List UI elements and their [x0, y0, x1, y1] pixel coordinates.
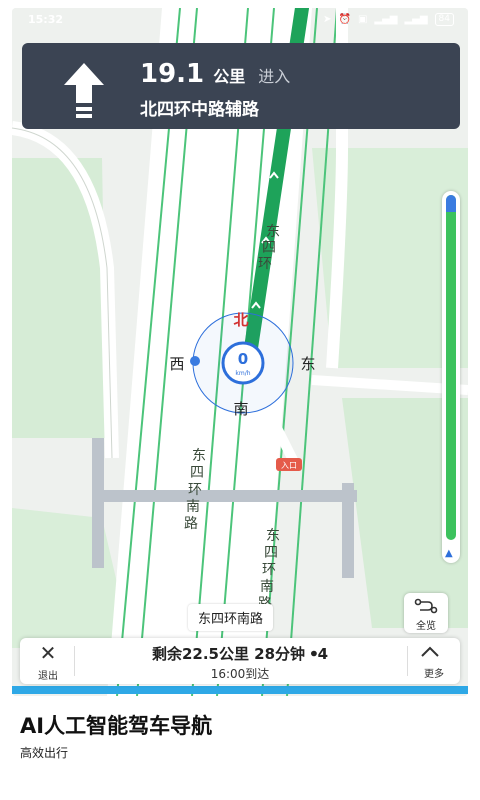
- road-label-char: 路: [184, 516, 198, 532]
- arrival-time: 16:00到达: [210, 667, 270, 681]
- compass-east: 东: [300, 355, 315, 373]
- road-label-char: 环: [262, 562, 276, 578]
- status-bar: 15:32 ➤ ⏰ ▣ ▂▄▆ ▂▄▆ 84: [12, 8, 468, 30]
- car-position-icon: ▲: [445, 548, 453, 559]
- alarm-icon: ⏰: [338, 13, 351, 25]
- road-label-char: 东: [266, 224, 280, 240]
- speed-value: 0: [238, 350, 248, 368]
- more-button[interactable]: 更多: [418, 642, 450, 681]
- phone-screen: 0 km/h 北 南 东 西 入口 东 四 环 东 四 环 南 路 东 四 环 …: [12, 8, 468, 696]
- current-road-label: 东四环南路: [188, 604, 274, 631]
- more-label: 更多: [424, 669, 444, 680]
- guidance-card[interactable]: 19.1 公里 进入 北四环中路辅路: [22, 43, 460, 129]
- chevron-up-icon: [421, 646, 439, 657]
- accent-strip: [12, 686, 468, 694]
- road-label-char: 四: [190, 465, 204, 481]
- compass-west: 西: [169, 355, 184, 373]
- promo-subtitle: 高效出行: [20, 746, 69, 760]
- status-icons: ➤ ⏰ ▣ ▂▄▆ ▂▄▆ 84: [323, 12, 468, 26]
- straight-arrow-icon: [64, 63, 104, 118]
- route-overview-icon: [414, 598, 438, 614]
- remaining-summary: 剩余22.5公里 28分钟 ꔷ4: [151, 645, 329, 663]
- entrance-label: 入口: [281, 461, 297, 470]
- road-label-char: 东: [192, 448, 206, 464]
- overview-button[interactable]: 全览: [404, 593, 448, 633]
- compass-south: 南: [233, 400, 248, 418]
- bridge: [92, 438, 104, 568]
- bridge: [342, 483, 354, 578]
- road-label-char: 环: [188, 482, 202, 498]
- road-label-char: 环: [258, 256, 272, 272]
- road-label-char: 东: [266, 528, 280, 544]
- distance-readout: 19.1 公里 进入: [140, 59, 290, 89]
- signal-icon: ▂▄▆: [374, 13, 398, 25]
- traveled-route-fill: [446, 195, 456, 212]
- overview-label: 全览: [416, 621, 436, 632]
- signal-icon: ▂▄▆: [404, 13, 428, 25]
- maneuver-action: 进入: [258, 67, 291, 86]
- divider: [407, 646, 408, 676]
- hd-icon: ▣: [357, 13, 368, 25]
- distance-value: 19.1: [140, 59, 205, 89]
- compass-north: 北: [233, 311, 248, 329]
- road-label-char: 南: [260, 579, 274, 595]
- parking-poi-icon[interactable]: [190, 356, 200, 366]
- bridge: [97, 490, 357, 502]
- location-icon: ➤: [323, 13, 332, 25]
- promo-title: AI人工智能驾车导航: [20, 714, 213, 738]
- speed-unit: km/h: [235, 370, 250, 377]
- route-progress-bar: ▲: [442, 191, 460, 563]
- battery-icon: 84: [434, 12, 454, 26]
- distance-unit: 公里: [213, 67, 246, 86]
- status-time: 15:32: [28, 12, 64, 26]
- road-label-char: 南: [186, 499, 200, 515]
- next-road-name: 北四环中路辅路: [140, 100, 259, 120]
- remaining-route-fill: [446, 195, 456, 540]
- trip-summary-bar: ✕ 退出 剩余22.5公里 28分钟 ꔷ4 16:00到达 更多: [20, 638, 460, 684]
- road-label-char: 四: [262, 240, 276, 256]
- road-label-char: 四: [264, 545, 278, 561]
